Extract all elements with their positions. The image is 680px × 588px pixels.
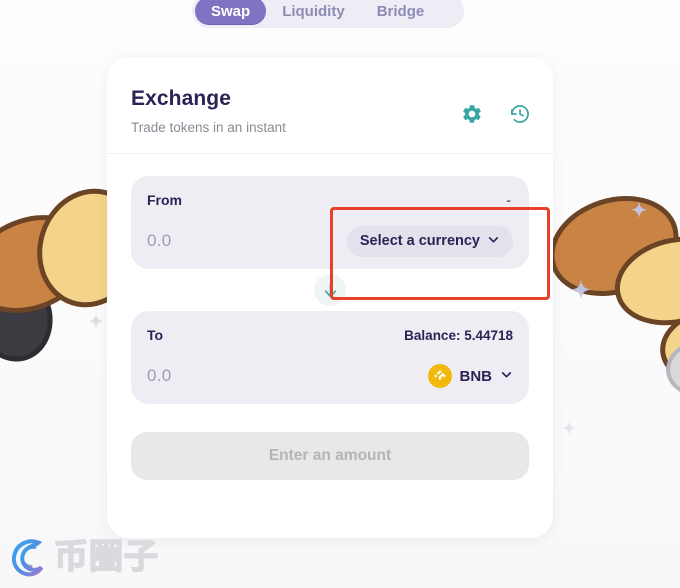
from-panel-header: From -: [147, 190, 513, 210]
to-token-symbol: BNB: [459, 367, 493, 385]
to-panel-row: 0.0 BNB: [147, 361, 513, 391]
chevron-down-icon: [487, 233, 500, 250]
from-panel-row: 0.0 Select a currency: [147, 225, 513, 257]
arrow-down-icon: [321, 281, 340, 300]
tab-liquidity-label: Liquidity: [282, 2, 345, 20]
tab-swap[interactable]: Swap: [195, 0, 267, 25]
history-icon[interactable]: [509, 103, 531, 125]
tab-liquidity[interactable]: Liquidity: [266, 0, 361, 25]
to-label: To: [147, 327, 164, 343]
sparkle-icon: [568, 278, 594, 304]
watermark-text: 币圈子: [53, 537, 159, 577]
switch-tokens-button[interactable]: [314, 274, 346, 306]
header-actions: [461, 103, 531, 125]
tab-swap-label: Swap: [211, 2, 251, 20]
to-balance: Balance: 5.44718: [404, 327, 513, 343]
watermark-swirl-icon: [6, 534, 52, 580]
from-label: From: [147, 192, 182, 208]
chevron-down-icon: [500, 368, 513, 385]
tab-bridge[interactable]: Bridge: [361, 0, 441, 25]
sparkle-icon: [560, 420, 578, 438]
gear-icon[interactable]: [461, 103, 483, 125]
from-currency-select-label: Select a currency: [359, 233, 480, 249]
main-nav-tabs[interactable]: Swap Liquidity Bridge: [192, 0, 464, 28]
bnb-logo-icon: [427, 364, 452, 388]
to-amount-input[interactable]: 0.0: [147, 366, 172, 386]
submit-swap-button[interactable]: Enter an amount: [131, 432, 529, 480]
sparkle-icon: [86, 312, 106, 332]
switch-tokens-row: [131, 269, 529, 311]
to-token-select-button[interactable]: BNB: [427, 364, 514, 388]
from-balance-placeholder: -: [506, 192, 511, 208]
tab-bridge-label: Bridge: [376, 2, 425, 20]
to-panel-header: To Balance: 5.44718: [147, 325, 513, 345]
from-currency-select-button[interactable]: Select a currency: [346, 225, 513, 257]
exchange-card: Exchange Trade tokens in an instant From…: [107, 57, 553, 538]
card-header: Exchange Trade tokens in an instant: [107, 57, 553, 154]
watermark: 币圈子: [6, 534, 159, 580]
card-body: From - 0.0 Select a currency To Balance:…: [107, 154, 553, 480]
from-panel: From - 0.0 Select a currency: [131, 176, 529, 269]
to-panel: To Balance: 5.44718 0.0 BNB: [131, 311, 529, 404]
sparkle-icon: [628, 200, 650, 222]
from-amount-input[interactable]: 0.0: [147, 231, 172, 251]
